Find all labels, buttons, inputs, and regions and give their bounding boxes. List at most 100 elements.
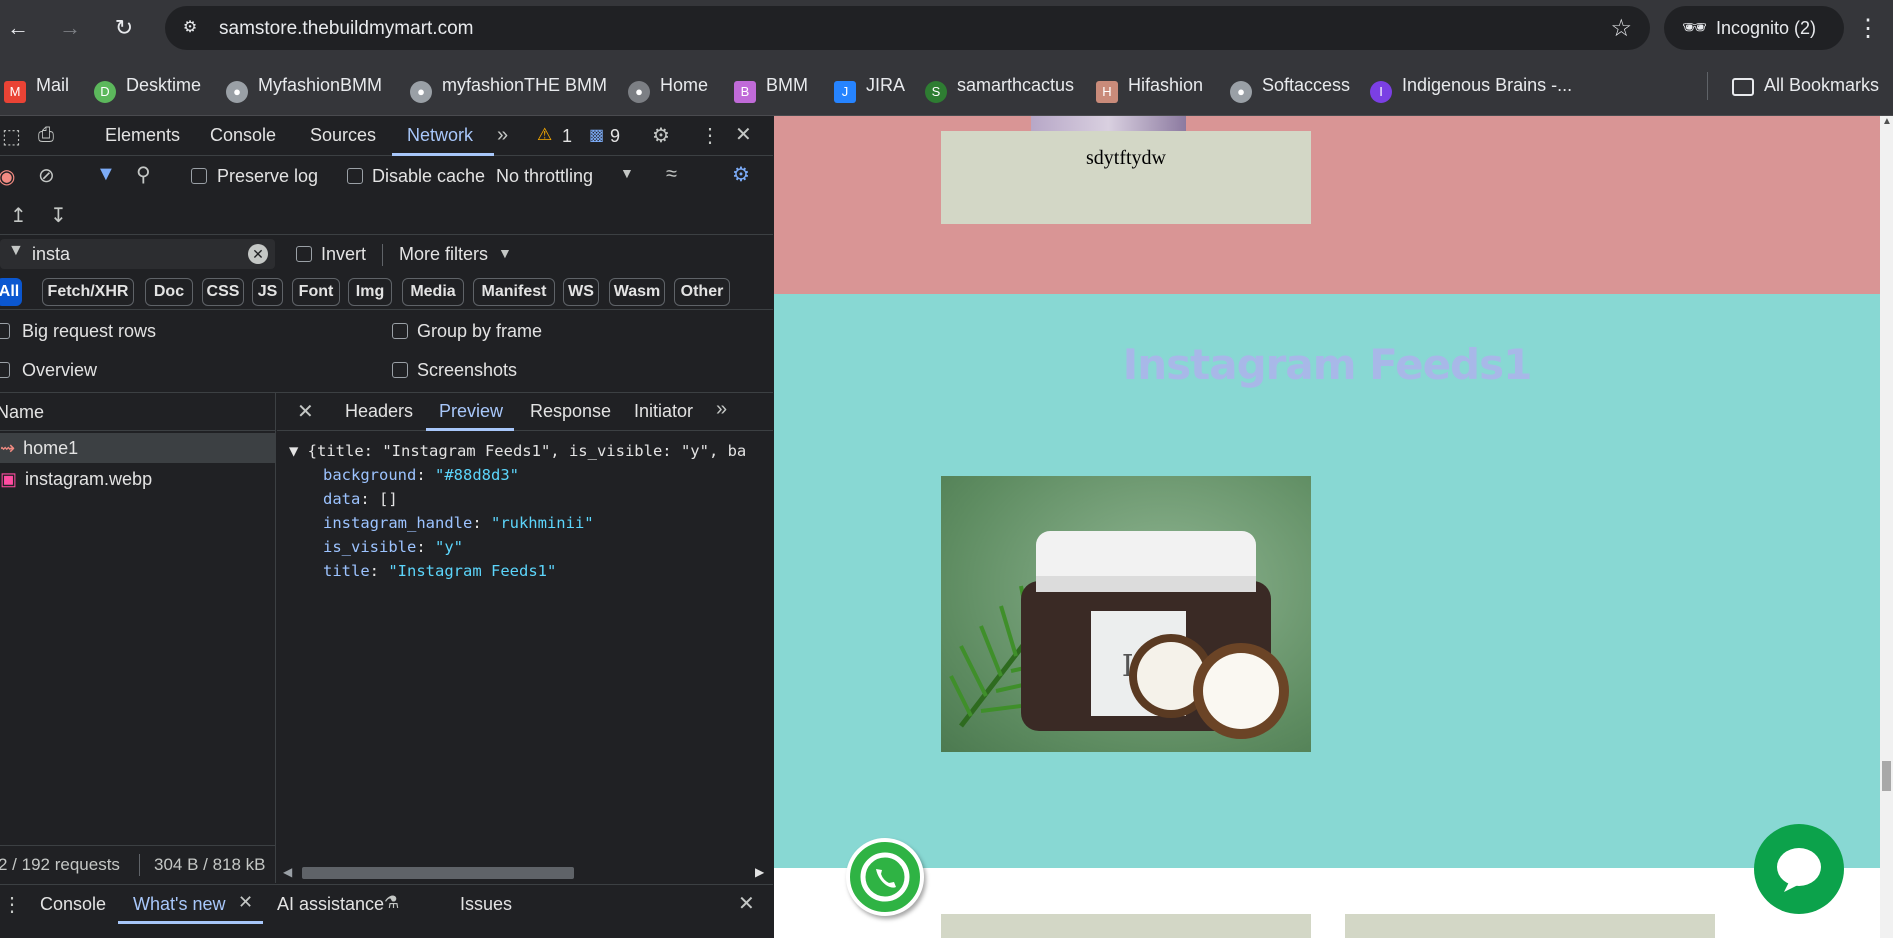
bookmark-hifashion[interactable]: H Hifashion bbox=[1096, 70, 1203, 103]
filter-value[interactable]: insta bbox=[32, 244, 70, 265]
record-stop-icon[interactable]: ◉ bbox=[0, 164, 15, 189]
site-settings-icon[interactable]: ⚙ bbox=[179, 17, 201, 39]
page-scrollbar-thumb[interactable] bbox=[1882, 761, 1891, 791]
all-bookmarks[interactable]: All Bookmarks bbox=[1732, 70, 1879, 100]
tab-headers[interactable]: Headers bbox=[345, 401, 413, 422]
tab-elements[interactable]: Elements bbox=[105, 125, 180, 146]
name-column-header[interactable]: Name bbox=[0, 393, 276, 431]
bookmark-samarthcactus[interactable]: Ssamarthcactus bbox=[925, 70, 1074, 103]
bookmark-myfashionbmm[interactable]: ● MyfashionBMM bbox=[226, 70, 382, 103]
import-har-icon[interactable]: ↥ bbox=[10, 203, 27, 228]
scroll-right-icon[interactable]: ▶ bbox=[755, 865, 764, 879]
disable-cache-checkbox[interactable] bbox=[347, 168, 363, 184]
tab-initiator[interactable]: Initiator bbox=[634, 401, 693, 422]
bookmark-indigenous[interactable]: I Indigenous Brains -... bbox=[1370, 70, 1572, 103]
inspect-element-icon[interactable]: ⬚ bbox=[2, 124, 21, 149]
close-detail-icon[interactable]: ✕ bbox=[297, 399, 314, 424]
horizontal-scrollbar[interactable]: ◀ ▶ bbox=[277, 863, 773, 881]
filter-input[interactable]: ▼ insta ✕ bbox=[0, 239, 275, 269]
preserve-log-checkbox[interactable] bbox=[191, 168, 207, 184]
drawer-tab-console[interactable]: Console bbox=[40, 894, 106, 915]
drawer-tab-issues[interactable]: Issues bbox=[460, 894, 512, 915]
settings-gear-icon[interactable]: ⚙ bbox=[652, 123, 670, 148]
more-tabs-icon[interactable]: » bbox=[716, 398, 727, 421]
chip-css[interactable]: CSS bbox=[202, 278, 244, 306]
bookmark-desktime[interactable]: D Desktime bbox=[94, 70, 201, 103]
drawer-menu-icon[interactable]: ⋮ bbox=[2, 892, 22, 917]
scroll-left-icon[interactable]: ◀ bbox=[283, 865, 292, 879]
close-devtools-icon[interactable]: ✕ bbox=[735, 122, 752, 147]
tab-response[interactable]: Response bbox=[530, 401, 611, 422]
incognito-button[interactable]: 🕶 Incognito (2) bbox=[1664, 6, 1844, 50]
bookmark-jira[interactable]: J JIRA bbox=[834, 70, 905, 103]
chip-all[interactable]: All bbox=[0, 278, 22, 306]
url-text[interactable]: samstore.thebuildmymart.com bbox=[219, 18, 473, 40]
page-scrollbar[interactable]: ▲ bbox=[1880, 116, 1893, 938]
address-bar[interactable]: ⚙ samstore.thebuildmymart.com ☆ bbox=[165, 6, 1650, 50]
bookmark-bmm[interactable]: B BMM bbox=[734, 70, 808, 103]
product-thumbnail[interactable] bbox=[1031, 116, 1186, 131]
message-count[interactable]: 9 bbox=[610, 126, 620, 147]
chip-media[interactable]: Media bbox=[402, 278, 464, 306]
tab-preview[interactable]: Preview bbox=[439, 401, 503, 422]
request-row-home1[interactable]: ⇝ home1 bbox=[0, 433, 276, 463]
big-rows-checkbox[interactable] bbox=[0, 323, 10, 339]
bookmark-mail[interactable]: M Mail bbox=[4, 70, 69, 103]
more-filters-button[interactable]: More filters bbox=[399, 244, 488, 265]
browser-menu-icon[interactable]: ⋮ bbox=[1856, 14, 1880, 43]
expand-triangle-icon[interactable]: ▼ bbox=[289, 442, 308, 460]
chip-doc[interactable]: Doc bbox=[145, 278, 193, 306]
instagram-post-image[interactable]: IS bbox=[941, 476, 1311, 752]
chip-wasm[interactable]: Wasm bbox=[609, 278, 665, 306]
export-har-icon[interactable]: ↧ bbox=[50, 203, 67, 228]
group-frame-checkbox[interactable] bbox=[392, 323, 408, 339]
close-drawer-icon[interactable]: ✕ bbox=[738, 891, 755, 916]
more-tabs-icon[interactable]: » bbox=[497, 124, 508, 147]
scroll-up-icon[interactable]: ▲ bbox=[1882, 116, 1892, 127]
product-card[interactable]: sdytftydw bbox=[941, 131, 1311, 224]
overview-checkbox[interactable] bbox=[0, 362, 10, 378]
tab-network[interactable]: Network bbox=[407, 125, 473, 146]
product-card[interactable] bbox=[941, 914, 1311, 938]
warning-icon[interactable]: ⚠ bbox=[537, 125, 552, 145]
chip-font[interactable]: Font bbox=[292, 278, 340, 306]
invert-checkbox[interactable] bbox=[296, 246, 312, 262]
whatsapp-icon[interactable] bbox=[846, 838, 924, 916]
bookmark-softaccess[interactable]: ● Softaccess bbox=[1230, 70, 1350, 103]
message-icon[interactable]: ▩ bbox=[589, 125, 604, 145]
close-tab-icon[interactable]: ✕ bbox=[238, 892, 253, 913]
tab-console[interactable]: Console bbox=[210, 125, 276, 146]
bookmark-home[interactable]: ● Home bbox=[628, 70, 708, 103]
chip-js[interactable]: JS bbox=[252, 278, 283, 306]
scrollbar-thumb[interactable] bbox=[302, 867, 574, 879]
json-summary-row[interactable]: ▼ {title: "Instagram Feeds1", is_visible… bbox=[289, 439, 746, 463]
screenshots-checkbox[interactable] bbox=[392, 362, 408, 378]
chat-icon[interactable] bbox=[1754, 824, 1844, 914]
back-icon[interactable]: ← bbox=[4, 14, 32, 42]
clear-icon[interactable]: ⊘ bbox=[38, 163, 55, 188]
clear-filter-icon[interactable]: ✕ bbox=[248, 244, 268, 264]
product-card[interactable] bbox=[1345, 914, 1715, 938]
warning-count[interactable]: 1 bbox=[562, 126, 572, 147]
device-toolbar-icon[interactable]: ⎙ bbox=[38, 124, 54, 147]
bookmark-star-icon[interactable]: ☆ bbox=[1610, 14, 1632, 43]
request-row-instagram[interactable]: ▣ instagram.webp bbox=[0, 464, 276, 494]
network-conditions-icon[interactable]: ≈ bbox=[666, 163, 677, 186]
network-settings-icon[interactable]: ⚙ bbox=[732, 162, 750, 187]
chip-ws[interactable]: WS bbox=[563, 278, 599, 306]
json-preview[interactable]: ▼ {title: "Instagram Feeds1", is_visible… bbox=[289, 439, 746, 583]
filter-icon[interactable]: ▼ bbox=[96, 163, 116, 186]
chip-img[interactable]: Img bbox=[348, 278, 392, 306]
forward-icon[interactable]: → bbox=[56, 14, 84, 42]
bookmark-myfashionthebmm[interactable]: ● myfashionTHE BMM bbox=[410, 70, 607, 103]
chevron-down-icon[interactable]: ▼ bbox=[498, 245, 512, 261]
chevron-down-icon[interactable]: ▼ bbox=[620, 165, 634, 181]
throttling-select[interactable]: No throttling bbox=[496, 166, 593, 187]
reload-icon[interactable]: ↻ bbox=[110, 14, 138, 42]
chip-manifest[interactable]: Manifest bbox=[473, 278, 555, 306]
tab-sources[interactable]: Sources bbox=[310, 125, 376, 146]
chip-other[interactable]: Other bbox=[674, 278, 730, 306]
drawer-tab-whats-new[interactable]: What's new bbox=[133, 894, 225, 915]
devtools-menu-icon[interactable]: ⋮ bbox=[700, 123, 720, 148]
search-icon[interactable]: ⚲ bbox=[136, 162, 151, 187]
